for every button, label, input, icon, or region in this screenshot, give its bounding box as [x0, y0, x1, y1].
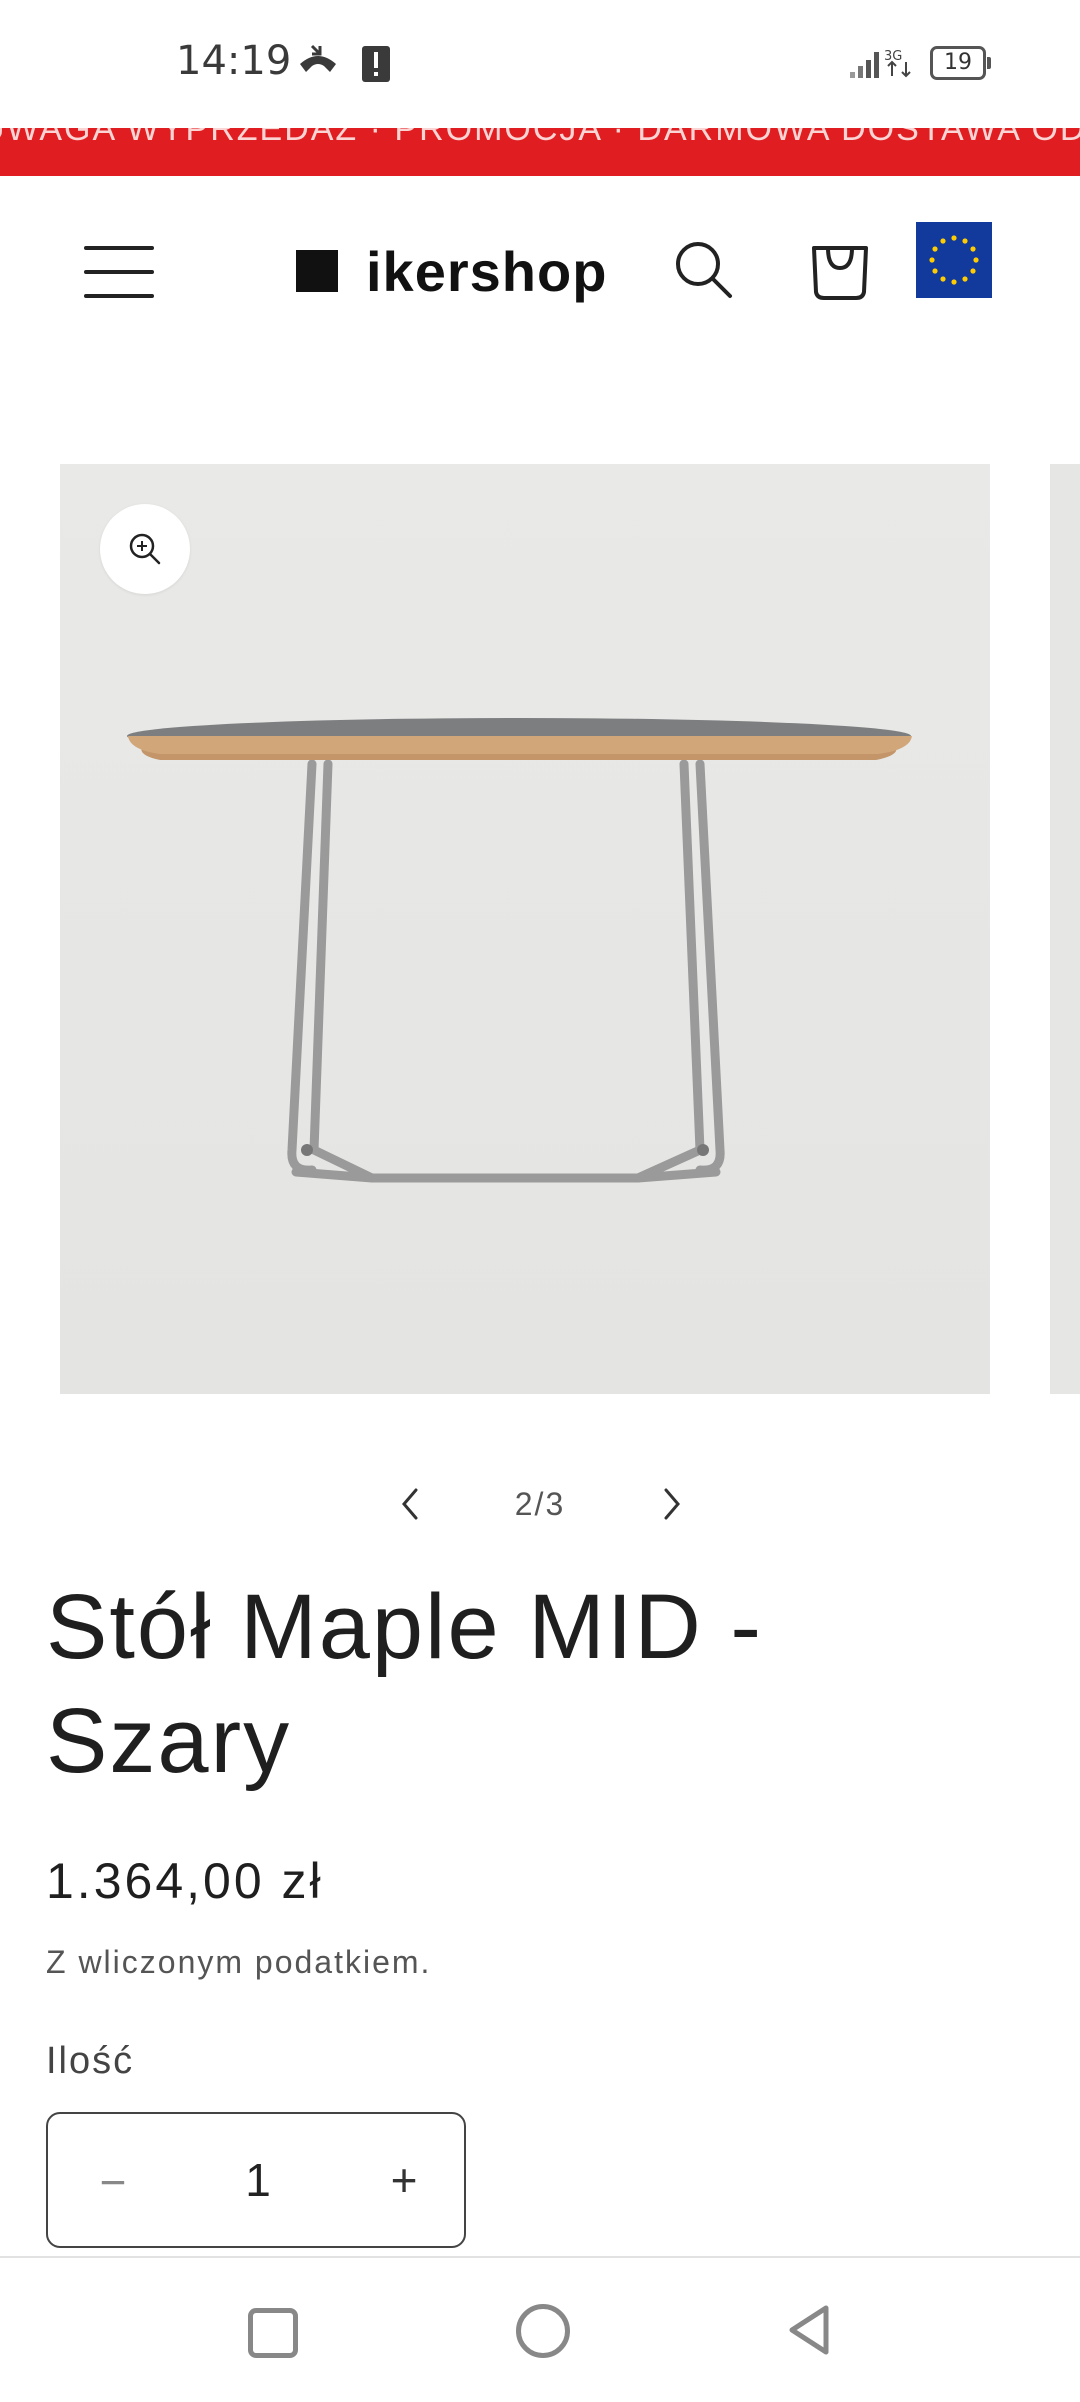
quantity-label: Ilość	[46, 2040, 135, 2082]
search-button[interactable]	[672, 238, 736, 307]
gallery-pager: 2/3	[0, 1470, 1080, 1540]
product-title: Stół Maple MID - Szary	[46, 1576, 764, 1792]
status-time: 14:19	[176, 38, 292, 84]
back-triangle-icon	[789, 2305, 829, 2355]
network-type: 3G	[884, 49, 902, 64]
recent-apps-button[interactable]	[248, 2308, 298, 2358]
site-logo[interactable]: ikershop	[296, 236, 607, 306]
product-price: 1.364,00 zł	[46, 1853, 324, 1909]
increase-quantity-button[interactable]: +	[376, 2152, 432, 2208]
decrease-quantity-button[interactable]: −	[88, 2154, 138, 2210]
image-counter: 2/3	[514, 1486, 566, 1522]
logo-text: ikershop	[366, 239, 608, 303]
promo-text: UWAGA WYPRZEDAŻ · PROMOCJA · DARMOWA DOS…	[0, 128, 1080, 148]
search-icon	[676, 242, 732, 298]
next-image-button[interactable]	[652, 1484, 692, 1524]
next-image-peek[interactable]	[1050, 464, 1080, 1394]
tax-note: Z wliczonym podatkiem.	[46, 1944, 432, 1980]
home-button[interactable]	[516, 2304, 570, 2358]
product-image	[60, 464, 990, 1394]
system-nav-bar	[0, 2256, 1080, 2402]
site-header: ikershop	[0, 176, 1080, 366]
menu-button[interactable]	[84, 246, 154, 306]
previous-image-button[interactable]	[390, 1484, 430, 1524]
zoom-button[interactable]	[100, 504, 190, 594]
signal-icon: 3G	[848, 46, 928, 85]
quantity-input[interactable]: 1	[208, 2150, 308, 2210]
status-left-icons	[296, 40, 416, 89]
hamburger-icon	[84, 246, 154, 250]
region-selector[interactable]	[916, 222, 992, 298]
alert-icon	[362, 44, 390, 87]
zoom-in-icon	[129, 533, 161, 565]
missed-call-icon	[300, 44, 336, 72]
chevron-right-icon	[664, 1488, 680, 1520]
chevron-left-icon	[402, 1488, 418, 1520]
quantity-stepper: − 1 +	[46, 2112, 466, 2248]
cart-icon	[812, 246, 868, 300]
battery-indicator: 19	[930, 46, 991, 80]
logo-mark	[296, 250, 338, 292]
cart-button[interactable]	[808, 234, 872, 307]
promo-banner[interactable]: UWAGA WYPRZEDAŻ · PROMOCJA · DARMOWA DOS…	[0, 128, 1080, 176]
product-gallery[interactable]	[60, 464, 990, 1394]
status-bar: 14:19 3G 19	[0, 0, 1080, 128]
eu-flag-icon	[916, 222, 992, 298]
back-button[interactable]	[784, 2302, 834, 2363]
